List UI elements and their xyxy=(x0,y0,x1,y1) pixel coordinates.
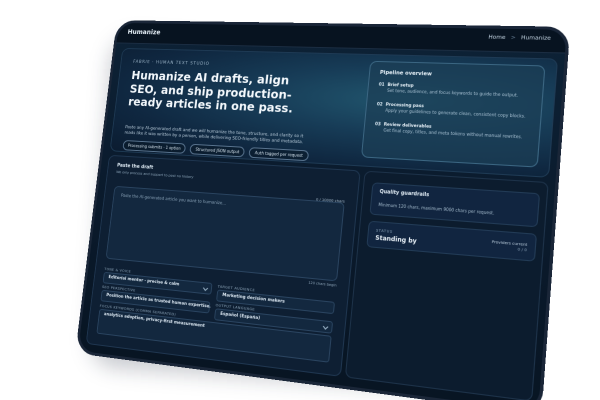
pipeline-step: 02 Processing pass Apply your guidelines … xyxy=(376,101,532,119)
status-meta: Providers current 0 / 0 xyxy=(491,239,528,253)
guardrails-text: Minimum 120 chars, maximum 9000 chars pe… xyxy=(378,202,495,216)
quality-guardrails-card: Quality guardrails Minimum 120 chars, ma… xyxy=(369,182,541,228)
keywords-value: analytics adoption, privacy-first measur… xyxy=(103,312,205,330)
chip-auth-tagged[interactable]: Auth tagged per request xyxy=(248,147,310,162)
tablet-device: Humanize Home > Humanize FABRIE · HUMAN … xyxy=(75,20,571,400)
chip-processing[interactable]: Processing submits · 1 option xyxy=(122,140,187,154)
breadcrumb: Home > Humanize xyxy=(488,35,551,42)
guardrails-title: Quality guardrails xyxy=(379,189,430,199)
draft-textarea[interactable]: Paste the AI-generated article you want … xyxy=(105,185,345,282)
pipeline-overview-card: Pipeline overview 01 Brief setup Set tone… xyxy=(360,60,546,168)
brand-logo-text[interactable]: Humanize xyxy=(127,28,161,36)
language-value: Español (España) xyxy=(219,312,261,322)
status-eyebrow: STATUS xyxy=(375,228,393,234)
breadcrumb-separator: > xyxy=(510,35,516,42)
side-panel: Quality guardrails Minimum 120 chars, ma… xyxy=(344,170,549,400)
app-screen: Humanize Home > Humanize FABRIE · HUMAN … xyxy=(78,22,567,400)
step-description: Set tone, audience, and focus keywords t… xyxy=(386,87,519,98)
stage: Humanize Home > Humanize FABRIE · HUMAN … xyxy=(0,0,600,400)
hero-eyebrow: FABRIE · HUMAN TEXT STUDIO xyxy=(132,59,210,67)
breadcrumb-current[interactable]: Humanize xyxy=(521,35,551,42)
step-number: 03 xyxy=(374,121,382,127)
step-number: 01 xyxy=(378,81,385,87)
draft-placeholder: Paste the AI-generated article you want … xyxy=(120,193,227,207)
step-name: Brief setup xyxy=(387,81,414,88)
step-description: Get final copy, titles, and meta tokens … xyxy=(383,127,523,139)
pipeline-step: 01 Brief setup Set tone, audience, and fo… xyxy=(378,82,534,99)
chevron-down-icon xyxy=(322,323,329,330)
draft-sublabel: We only process and support to post no h… xyxy=(116,169,194,180)
hero-title: Humanize AI drafts, align SEO, and ship … xyxy=(127,68,294,116)
step-number: 02 xyxy=(376,101,383,107)
draft-editor-panel: Paste the draft We only process and supp… xyxy=(85,154,361,377)
pipeline-title: Pipeline overview xyxy=(379,69,433,78)
step-description: Apply your guidelines to generate clean,… xyxy=(385,107,526,119)
status-card: STATUS Standing by Providers current 0 /… xyxy=(366,220,538,262)
status-title: Standing by xyxy=(374,234,418,246)
chip-structured-json[interactable]: Structured JSON output xyxy=(189,143,246,158)
chevron-down-icon xyxy=(202,285,209,292)
breadcrumb-home[interactable]: Home xyxy=(488,35,506,41)
pipeline-step: 03 Review deliverables Get final copy, ti… xyxy=(374,121,531,140)
minimum-counter: 120 chars begin xyxy=(308,280,337,288)
